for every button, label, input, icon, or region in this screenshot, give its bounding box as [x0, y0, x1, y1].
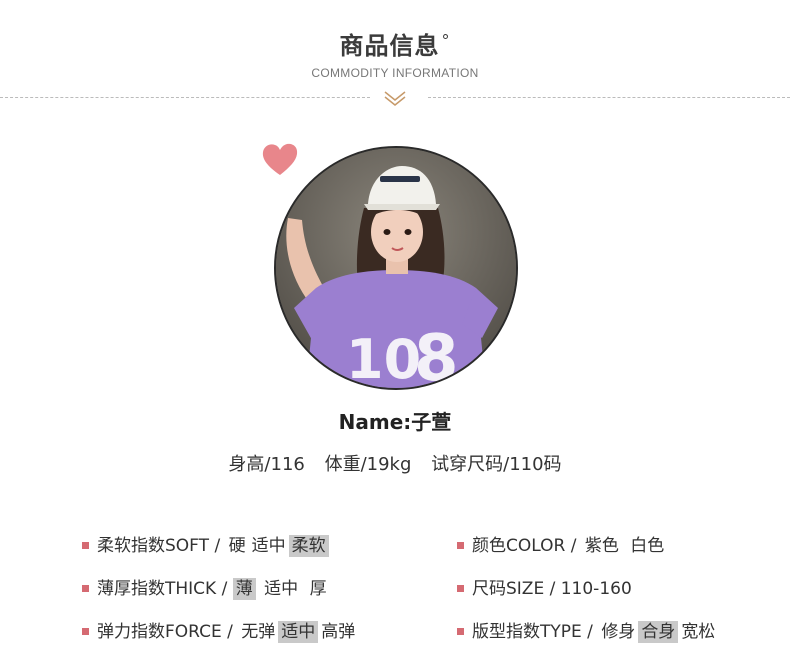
bullet-icon [82, 542, 89, 549]
option-thick: 厚 [309, 579, 327, 599]
spec-size: 尺码SIZE / 110-160 [457, 574, 632, 599]
title-en: COMMODITY INFORMATION [311, 66, 479, 80]
spec-thick: 薄厚指数THICK / 薄 适中 厚 [82, 574, 330, 600]
spec-force-label: 弹力指数FORCE / [97, 622, 233, 642]
chevron-down-icon [384, 91, 406, 106]
bullet-icon [457, 628, 464, 635]
model-stats: 身高/116 体重/19kg 试穿尺码/110码 [0, 450, 790, 476]
bullet-icon [82, 628, 89, 635]
spec-soft: 柔软指数SOFT / 硬适中 柔软 [82, 531, 329, 557]
spec-type-label: 版型指数TYPE / [472, 622, 593, 642]
svg-text:10: 10 [346, 328, 421, 388]
spec-size-label: 尺码SIZE / [472, 579, 556, 599]
option-medium: 适中 [251, 536, 286, 556]
bullet-icon [457, 585, 464, 592]
divider-left [0, 97, 370, 98]
spec-size-value: 110-160 [560, 579, 632, 599]
option-slim: 修身 [601, 622, 636, 642]
spec-type: 版型指数TYPE / 修身 合身 宽松 [457, 617, 718, 643]
bullet-icon [82, 585, 89, 592]
model-height: 身高/116 [228, 454, 305, 475]
spec-force: 弹力指数FORCE / 无弹 适中 高弹 [82, 617, 358, 643]
option-purple: 紫色 [584, 536, 619, 556]
spec-color: 颜色COLOR / 紫色 白色 [457, 531, 667, 556]
option-medium-selected: 适中 [278, 621, 319, 643]
option-no-stretch: 无弹 [241, 622, 276, 642]
model-size: 试穿尺码/110码 [431, 454, 562, 475]
title-cn: 商品信息 [339, 32, 440, 60]
option-hard: 硬 [228, 536, 246, 556]
option-medium: 适中 [264, 579, 299, 599]
bullet-icon [457, 542, 464, 549]
option-loose: 宽松 [681, 622, 716, 642]
heart-icon [262, 143, 298, 175]
option-thin-selected: 薄 [232, 578, 256, 600]
spec-thick-label: 薄厚指数THICK / [97, 579, 228, 599]
svg-text:8: 8 [414, 322, 459, 388]
model-name: Name:子萱 [338, 410, 452, 434]
divider-right [428, 97, 790, 98]
spec-soft-label: 柔软指数SOFT / [97, 536, 221, 556]
spec-color-label: 颜色COLOR / [472, 536, 577, 556]
model-weight: 体重/19kg [324, 454, 412, 475]
option-high-stretch: 高弹 [321, 622, 356, 642]
model-photo: 10 8 [274, 146, 518, 390]
title-dot: ° [441, 31, 451, 50]
option-fit-selected: 合身 [638, 621, 679, 643]
option-white: 白色 [630, 536, 665, 556]
option-soft-selected: 柔软 [288, 535, 329, 557]
